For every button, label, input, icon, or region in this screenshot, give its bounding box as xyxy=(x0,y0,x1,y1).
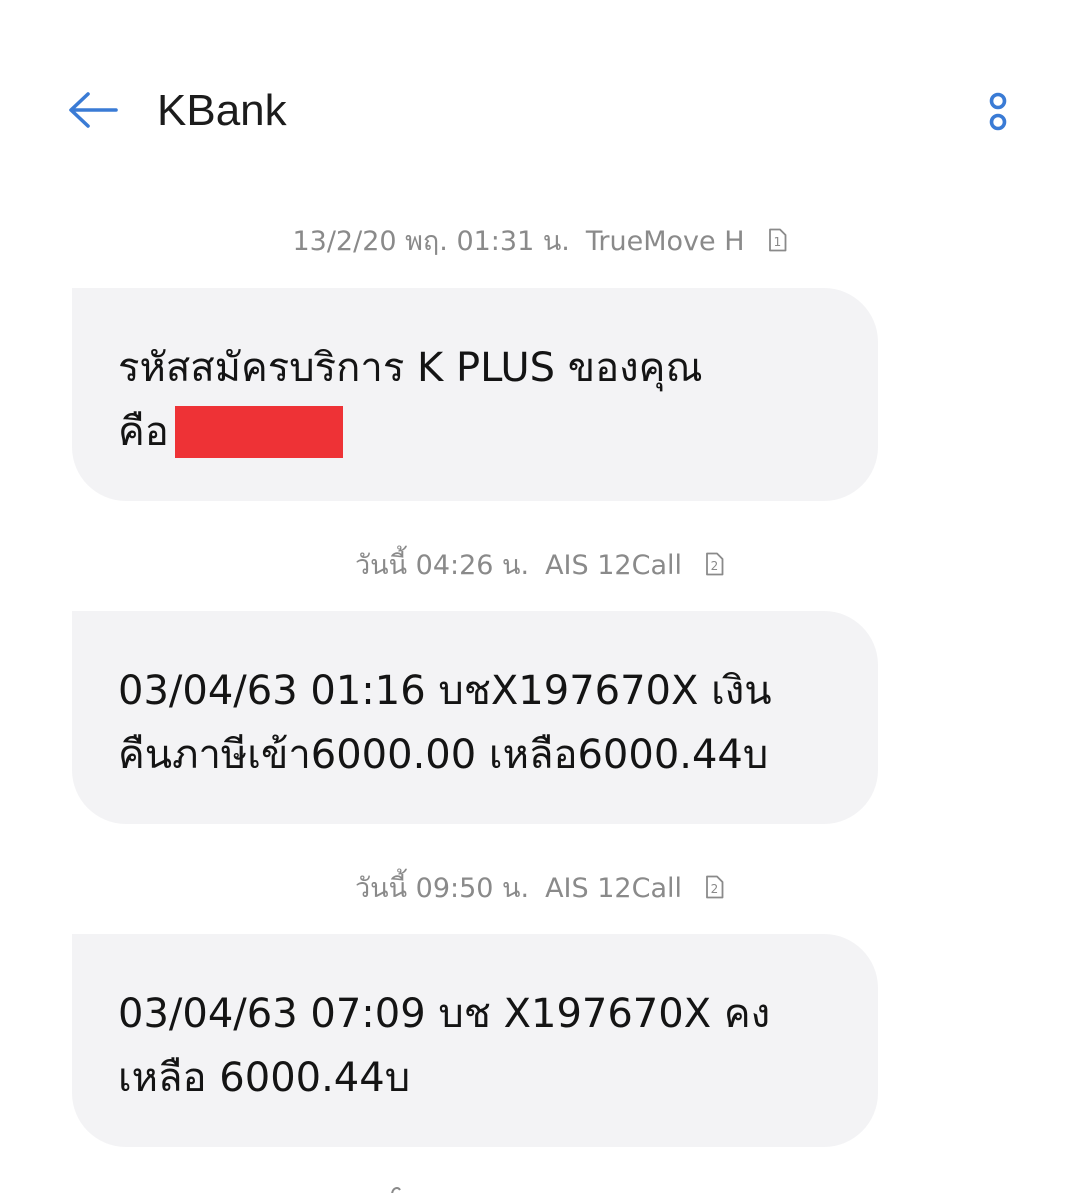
message-text-line: เหลือ 6000.44บ xyxy=(118,1055,411,1101)
message-text-line: คืนภาษีเข้า6000.00 เหลือ6000.44บ xyxy=(118,732,769,778)
sim-2-icon: 2 xyxy=(706,875,724,898)
sim-2-icon: 2 xyxy=(706,552,724,575)
more-vertical-icon xyxy=(989,92,1007,131)
message-carrier: AIS 12Call xyxy=(545,873,682,904)
message-timestamp: วันนี้ 04:26 น. xyxy=(354,550,530,581)
sim-1-icon: 1 xyxy=(768,228,786,251)
message-text-line: คือ xyxy=(118,400,838,464)
app-header: KBank xyxy=(0,0,1079,190)
sim-number: 2 xyxy=(711,559,719,573)
message-carrier: TrueMove H xyxy=(585,226,745,257)
message-bubble[interactable]: 03/04/63 01:16 บชX197670X เงิน คืนภาษีเข… xyxy=(72,611,878,824)
message-timestamp: 13/2/20 พฤ. 01:31 น. xyxy=(292,226,570,257)
message-text-line: 03/04/63 07:09 บช X197670X คง xyxy=(118,991,771,1037)
more-options-button[interactable] xyxy=(978,84,1018,140)
message-bubble[interactable]: รหัสสมัครบริการ K PLUS ของคุณ คือ xyxy=(72,288,878,501)
message-meta: วันนี้ 09:50 น. AIS 12Call 2 xyxy=(0,869,1079,909)
sim-number: 2 xyxy=(711,882,719,896)
back-arrow-icon xyxy=(69,92,118,128)
message-text-line: 03/04/63 01:16 บชX197670X เงิน xyxy=(118,668,772,714)
page-title: KBank xyxy=(157,86,287,135)
message-meta: วันนี้ 04:26 น. AIS 12Call 2 xyxy=(0,546,1079,586)
message-text-fragment: คือ xyxy=(118,409,169,455)
message-carrier: AIS 12Call xyxy=(545,550,682,581)
redaction-block xyxy=(174,406,343,458)
message-bubble[interactable]: 03/04/63 07:09 บช X197670X คง เหลือ 6000… xyxy=(72,934,878,1147)
back-button[interactable] xyxy=(62,82,122,138)
sim-number: 1 xyxy=(773,235,781,249)
message-timestamp: วันนี้ 09:50 น. xyxy=(354,873,530,904)
next-message-meta-cutoff xyxy=(380,1180,440,1193)
message-meta: 13/2/20 พฤ. 01:31 น. TrueMove H 1 xyxy=(0,222,1079,262)
message-text-line: รหัสสมัครบริการ K PLUS ของคุณ xyxy=(118,345,703,391)
